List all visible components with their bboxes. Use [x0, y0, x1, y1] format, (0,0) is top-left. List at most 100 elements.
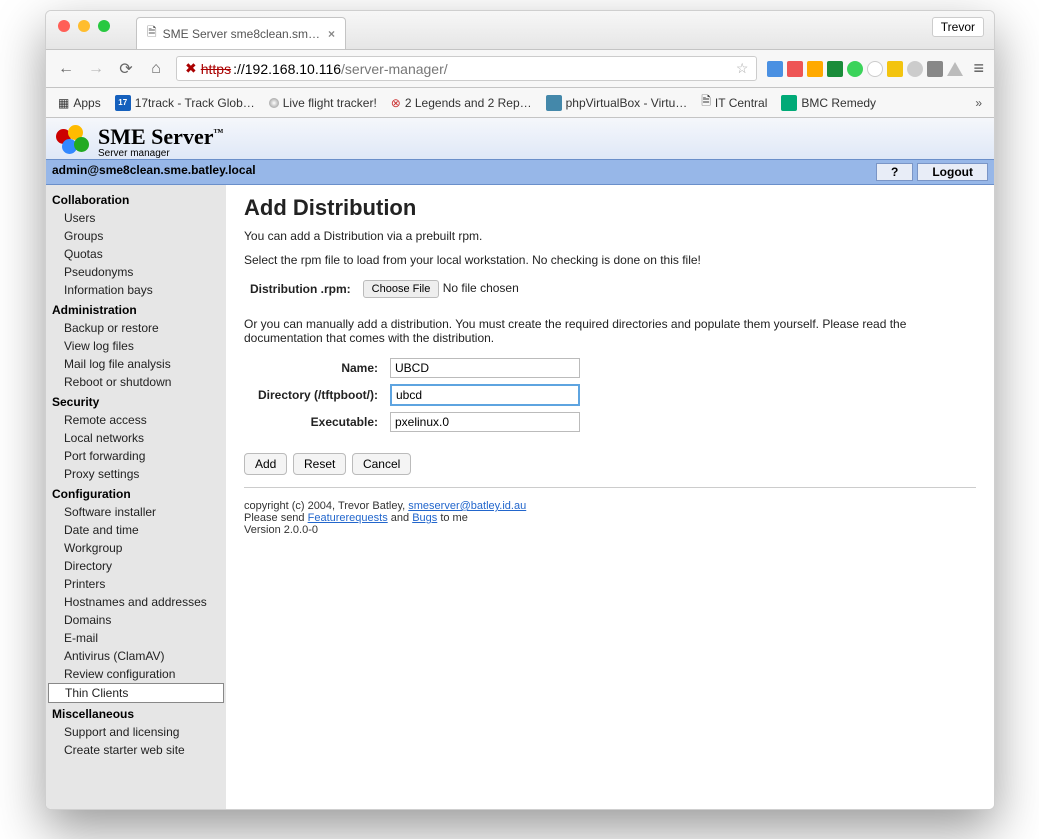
traffic-lights: [58, 20, 110, 32]
sidebar-item-directory[interactable]: Directory: [46, 557, 226, 575]
sidebar-item-port-forwarding[interactable]: Port forwarding: [46, 447, 226, 465]
browser-tab[interactable]: 🗎 SME Server sme8clean.sm… ×: [136, 17, 346, 49]
executable-label: Executable:: [244, 409, 384, 435]
bookmark-apps[interactable]: ▦ Apps: [58, 96, 101, 110]
ext-red-icon[interactable]: [787, 61, 803, 77]
no-file-text: No file chosen: [443, 281, 519, 295]
sidebar-item-antivirus-clamav-[interactable]: Antivirus (ClamAV): [46, 647, 226, 665]
bookmark-phpvb[interactable]: phpVirtualBox - Virtu…: [546, 95, 688, 111]
zoom-window-icon[interactable]: [98, 20, 110, 32]
choose-file-button[interactable]: Choose File: [363, 280, 440, 298]
url-scheme: https: [201, 61, 231, 77]
ext-dark-icon[interactable]: [927, 61, 943, 77]
bookmark-legends[interactable]: ⊗ 2 Legends and 2 Rep…: [391, 96, 532, 110]
minimize-window-icon[interactable]: [78, 20, 90, 32]
window-titlebar: Trevor 🗎 SME Server sme8clean.sm… ×: [46, 11, 994, 50]
sidebar-category: Administration: [46, 299, 226, 319]
sidebar-item-printers[interactable]: Printers: [46, 575, 226, 593]
brand-subtitle: Server manager: [98, 148, 223, 159]
sidebar-item-workgroup[interactable]: Workgroup: [46, 539, 226, 557]
main-panel: Add Distribution You can add a Distribut…: [226, 185, 994, 809]
sidebar-item-thin-clients[interactable]: Thin Clients: [48, 683, 224, 703]
bookmarks-bar: ▦ Apps 17 17track - Track Glob… Live fli…: [46, 88, 994, 118]
sidebar-category: Security: [46, 391, 226, 411]
bookmark-17track[interactable]: 17 17track - Track Glob…: [115, 95, 255, 111]
feature-requests-link[interactable]: Featurerequests: [308, 512, 388, 524]
sme-logo-icon: [56, 125, 90, 159]
browser-menu-button[interactable]: ≡: [973, 58, 984, 79]
name-label: Name:: [244, 355, 384, 381]
sidebar-item-remote-access[interactable]: Remote access: [46, 411, 226, 429]
bugs-link[interactable]: Bugs: [412, 512, 437, 524]
sidebar: CollaborationUsersGroupsQuotasPseudonyms…: [46, 185, 226, 809]
back-button[interactable]: ←: [56, 60, 76, 78]
directory-input[interactable]: [390, 384, 580, 406]
sidebar-item-quotas[interactable]: Quotas: [46, 245, 226, 263]
page-header: SME Server™ Server manager: [46, 118, 994, 159]
page-icon: 🗎: [147, 23, 157, 44]
sidebar-item-create-starter-web-site[interactable]: Create starter web site: [46, 741, 226, 759]
sidebar-item-domains[interactable]: Domains: [46, 611, 226, 629]
version-text: Version 2.0.0-0: [244, 524, 318, 536]
sidebar-item-information-bays[interactable]: Information bays: [46, 281, 226, 299]
sidebar-item-view-log-files[interactable]: View log files: [46, 337, 226, 355]
admin-user: admin@sme8clean.sme.batley.local: [52, 163, 256, 181]
sidebar-item-users[interactable]: Users: [46, 209, 226, 227]
sidebar-category: Collaboration: [46, 189, 226, 209]
ext-green-icon[interactable]: [827, 61, 843, 77]
sidebar-item-local-networks[interactable]: Local networks: [46, 429, 226, 447]
toolbar: ← → ⟳ ⌂ ✖ https ://192.168.10.116 /serve…: [46, 50, 994, 88]
ext-white-icon[interactable]: [867, 61, 883, 77]
brand-title: SME Server™: [98, 124, 223, 149]
sidebar-category: Miscellaneous: [46, 703, 226, 723]
close-window-icon[interactable]: [58, 20, 70, 32]
admin-bar: admin@sme8clean.sme.batley.local ? Logou…: [46, 159, 994, 185]
footer-email-link[interactable]: smeserver@batley.id.au: [408, 500, 526, 512]
ext-drive-icon[interactable]: [947, 62, 963, 76]
sidebar-item-groups[interactable]: Groups: [46, 227, 226, 245]
sidebar-item-proxy-settings[interactable]: Proxy settings: [46, 465, 226, 483]
intro-2: Select the rpm file to load from your lo…: [244, 253, 976, 267]
name-input[interactable]: [390, 358, 580, 378]
sidebar-item-reboot-or-shutdown[interactable]: Reboot or shutdown: [46, 373, 226, 391]
ext-orange-icon[interactable]: [807, 61, 823, 77]
close-tab-icon[interactable]: ×: [328, 27, 335, 41]
logout-button[interactable]: Logout: [917, 163, 988, 181]
bookmarks-overflow[interactable]: »: [975, 96, 982, 110]
executable-input[interactable]: [390, 412, 580, 432]
sidebar-item-review-configuration[interactable]: Review configuration: [46, 665, 226, 683]
address-bar[interactable]: ✖ https ://192.168.10.116 /server-manage…: [176, 56, 757, 81]
url-host: ://192.168.10.116: [233, 61, 341, 77]
reset-button[interactable]: Reset: [293, 453, 346, 475]
sidebar-item-hostnames-and-addresses[interactable]: Hostnames and addresses: [46, 593, 226, 611]
help-button[interactable]: ?: [876, 163, 913, 181]
bookmark-bmc[interactable]: BMC Remedy: [781, 95, 876, 111]
star-icon[interactable]: ☆: [736, 60, 749, 77]
home-button[interactable]: ⌂: [146, 60, 166, 78]
sidebar-item-date-and-time[interactable]: Date and time: [46, 521, 226, 539]
ext-grey-icon[interactable]: [907, 61, 923, 77]
ext-yellow-icon[interactable]: [887, 61, 903, 77]
sidebar-category: Configuration: [46, 483, 226, 503]
footer: copyright (c) 2004, Trevor Batley, smese…: [244, 500, 976, 536]
bookmark-itcentral[interactable]: 🗎 IT Central: [701, 92, 767, 113]
sidebar-item-software-installer[interactable]: Software installer: [46, 503, 226, 521]
page-title: Add Distribution: [244, 195, 976, 221]
cancel-button[interactable]: Cancel: [352, 453, 411, 475]
insecure-icon: ✖: [185, 60, 197, 77]
sidebar-item-pseudonyms[interactable]: Pseudonyms: [46, 263, 226, 281]
intro-3: Or you can manually add a distribution. …: [244, 317, 976, 345]
forward-button[interactable]: →: [86, 60, 106, 78]
sidebar-item-e-mail[interactable]: E-mail: [46, 629, 226, 647]
ext-translate-icon[interactable]: [767, 61, 783, 77]
sidebar-item-mail-log-file-analysis[interactable]: Mail log file analysis: [46, 355, 226, 373]
sidebar-item-backup-or-restore[interactable]: Backup or restore: [46, 319, 226, 337]
add-button[interactable]: Add: [244, 453, 287, 475]
sidebar-item-support-and-licensing[interactable]: Support and licensing: [46, 723, 226, 741]
tab-title: SME Server sme8clean.sm…: [163, 27, 320, 41]
url-path: /server-manager/: [341, 61, 448, 77]
bookmark-flight[interactable]: Live flight tracker!: [269, 96, 377, 110]
ext-chat-icon[interactable]: [847, 61, 863, 77]
reload-button[interactable]: ⟳: [116, 59, 136, 79]
user-chip[interactable]: Trevor: [932, 17, 984, 37]
